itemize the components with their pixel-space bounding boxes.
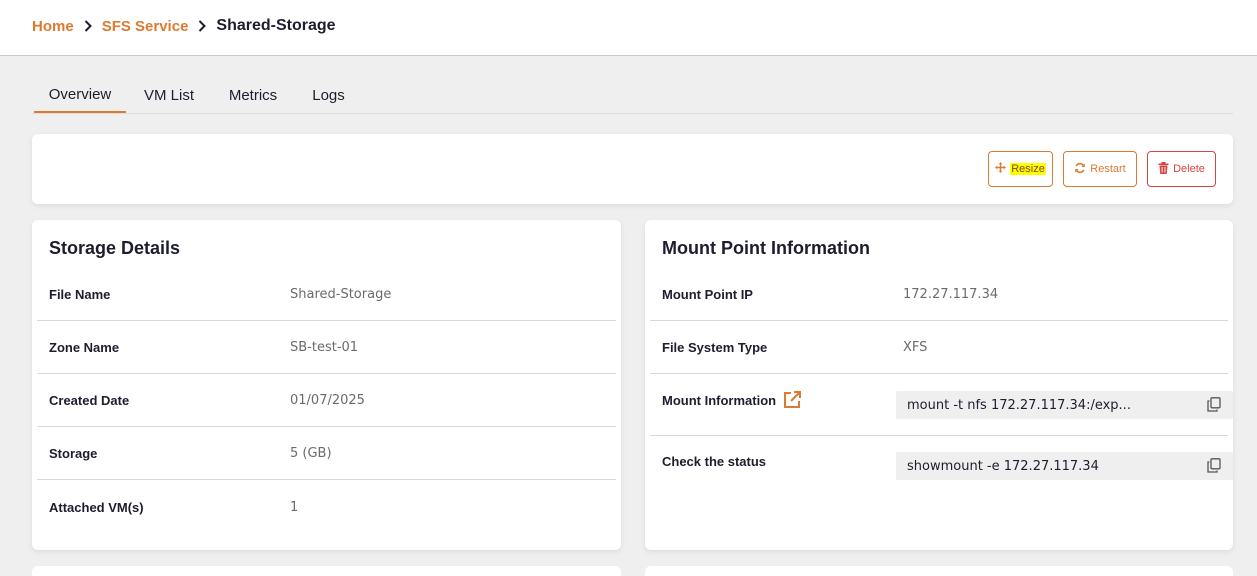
chevron-right-icon [74, 20, 102, 32]
detail-row: File Name Shared-Storage [37, 268, 616, 321]
mount-point-title: Mount Point Information [662, 238, 870, 258]
next-card-left [32, 566, 621, 576]
detail-label: File Name [49, 287, 111, 302]
mount-command-text: mount -t nfs 172.27.117.34:/exp... [907, 397, 1131, 413]
detail-value: 1 [290, 500, 299, 515]
action-toolbar: Resize Restart Delete [32, 134, 1233, 204]
tab-vm-list[interactable]: VM List [128, 78, 210, 113]
storage-details-card: Storage Details File Name Shared-Storage… [32, 220, 621, 550]
tab-metrics[interactable]: Metrics [212, 78, 294, 113]
restart-button[interactable]: Restart [1063, 151, 1137, 187]
tab-bar: Overview VM List Metrics Logs [32, 78, 1233, 114]
detail-label: Zone Name [49, 340, 120, 355]
mount-value: XFS [903, 340, 928, 355]
mount-row: Mount Point IP 172.27.117.34 [650, 268, 1228, 321]
breadcrumb-service-link[interactable]: SFS Service [102, 18, 189, 35]
status-command-text: showmount -e 172.27.117.34 [907, 458, 1099, 474]
mount-command-box: mount -t nfs 172.27.117.34:/exp... [896, 391, 1233, 419]
breadcrumb: Home SFS Service Shared-Storage [32, 16, 336, 36]
delete-label: Delete [1173, 163, 1205, 175]
breadcrumb-current: Shared-Storage [216, 17, 336, 34]
resize-button[interactable]: Resize [988, 151, 1053, 187]
refresh-icon [1074, 162, 1086, 177]
delete-button[interactable]: Delete [1147, 151, 1216, 187]
breadcrumb-home-link[interactable]: Home [32, 18, 74, 35]
status-command-box: showmount -e 172.27.117.34 [896, 452, 1233, 480]
mount-label: File System Type [662, 340, 768, 355]
detail-value: Shared-Storage [290, 287, 392, 302]
copy-icon[interactable] [1207, 458, 1221, 477]
storage-details-title: Storage Details [49, 238, 181, 258]
detail-value: 5 (GB) [290, 446, 332, 461]
mount-point-card: Mount Point Information Mount Point IP 1… [645, 220, 1233, 550]
detail-label: Storage [49, 446, 98, 461]
detail-row: Zone Name SB-test-01 [37, 321, 616, 374]
external-link-icon[interactable] [783, 391, 801, 414]
detail-row: Created Date 01/07/2025 [37, 374, 616, 427]
mount-label: Mount Information [662, 393, 777, 408]
tab-logs[interactable]: Logs [296, 78, 361, 113]
tab-overview[interactable]: Overview [34, 78, 126, 113]
detail-value: SB-test-01 [290, 340, 359, 355]
trash-icon [1158, 161, 1169, 177]
detail-row: Storage 5 (GB) [37, 427, 616, 480]
move-arrows-icon [995, 162, 1007, 176]
detail-row: Attached VM(s) 1 [37, 481, 616, 534]
chevron-right-icon [188, 20, 216, 32]
mount-value: 172.27.117.34 [903, 287, 999, 302]
next-card-right [645, 566, 1233, 576]
copy-icon[interactable] [1207, 397, 1221, 416]
mount-row: File System Type XFS [650, 321, 1228, 374]
mount-label: Mount Point IP [662, 287, 753, 302]
detail-value: 01/07/2025 [290, 393, 365, 408]
detail-label: Attached VM(s) [49, 500, 144, 515]
mount-label: Check the status [662, 454, 767, 469]
mount-row: Check the status showmount -e 172.27.117… [650, 436, 1233, 489]
detail-label: Created Date [49, 393, 130, 408]
resize-label: Resize [1010, 163, 1046, 175]
mount-row: Mount Information mount -t nfs 172.27.11… [650, 374, 1233, 436]
restart-label: Restart [1090, 163, 1126, 175]
top-bar: Home SFS Service Shared-Storage [0, 0, 1257, 56]
